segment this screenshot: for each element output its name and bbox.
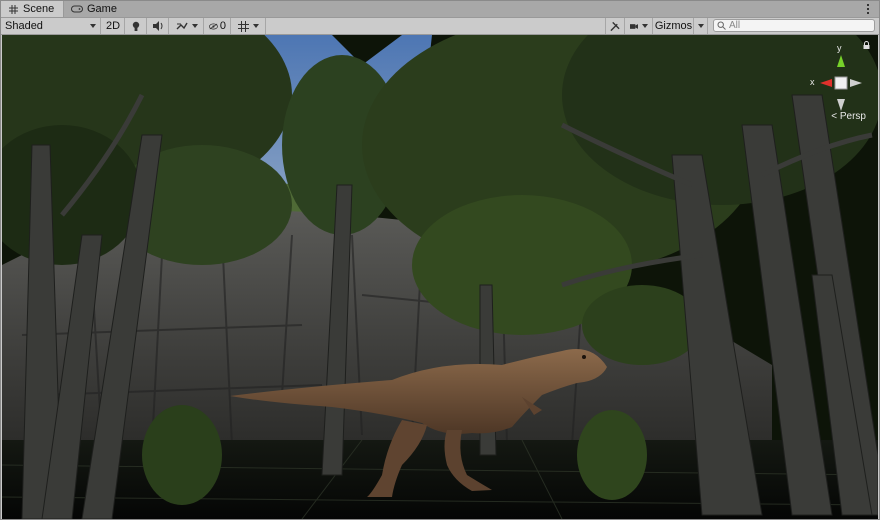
tab-bar: Scene Game xyxy=(1,1,879,18)
effects-icon xyxy=(176,22,188,30)
gizmo-y-label: y xyxy=(837,43,842,53)
window-menu-icon[interactable] xyxy=(865,2,871,16)
toggle-2d-label: 2D xyxy=(105,20,121,32)
chevron-down-icon xyxy=(191,24,198,28)
scene-orientation-gizmo[interactable]: y x xyxy=(808,43,868,113)
chevron-down-icon xyxy=(697,24,704,28)
search-icon xyxy=(717,21,726,30)
scene-window: Scene Game Shaded 2D 0 Gizmos All y x < … xyxy=(0,0,880,520)
gizmos-dropdown[interactable] xyxy=(694,18,708,34)
tab-game-label: Game xyxy=(87,3,117,15)
tools-icon xyxy=(610,21,620,31)
camera-icon xyxy=(630,23,638,29)
chevron-down-icon xyxy=(642,24,648,28)
camera-dropdown[interactable] xyxy=(626,18,653,34)
tab-game[interactable]: Game xyxy=(65,1,121,17)
hidden-eye-icon xyxy=(209,23,218,29)
search-placeholder: All xyxy=(729,20,741,31)
scene-grid-icon xyxy=(7,3,19,15)
tools-button[interactable] xyxy=(605,18,625,34)
draw-mode-label: Shaded xyxy=(5,20,43,32)
chevron-down-icon xyxy=(90,24,96,28)
gizmos-button[interactable]: Gizmos xyxy=(654,18,694,34)
y-axis-cone[interactable] xyxy=(837,55,845,67)
chevron-down-icon xyxy=(253,24,259,28)
gizmos-label: Gizmos xyxy=(654,20,693,32)
scene-render xyxy=(2,35,878,519)
tab-scene-label: Scene xyxy=(23,3,55,15)
game-controller-icon xyxy=(71,3,83,15)
audio-toggle[interactable] xyxy=(148,18,169,34)
toggle-2d-button[interactable]: 2D xyxy=(102,18,125,34)
search-field[interactable]: All xyxy=(713,19,875,32)
gizmo-x-label: x xyxy=(810,77,815,87)
tab-scene[interactable]: Scene xyxy=(1,1,64,17)
draw-mode-dropdown[interactable]: Shaded xyxy=(1,18,101,34)
lighting-toggle[interactable] xyxy=(126,18,147,34)
grid-icon xyxy=(238,20,249,32)
scene-visibility-toggle[interactable]: 0 xyxy=(205,18,231,34)
lightbulb-icon xyxy=(132,21,140,31)
speaker-icon xyxy=(152,21,162,31)
effects-dropdown[interactable] xyxy=(170,18,204,34)
scene-viewport[interactable]: y x < Persp xyxy=(2,35,878,519)
grid-dropdown[interactable] xyxy=(232,18,266,34)
projection-label[interactable]: < Persp xyxy=(831,111,866,122)
x-axis-cone[interactable] xyxy=(820,79,832,87)
hidden-count: 0 xyxy=(219,20,226,32)
scene-toolbar: Shaded 2D 0 Gizmos All xyxy=(1,18,879,35)
